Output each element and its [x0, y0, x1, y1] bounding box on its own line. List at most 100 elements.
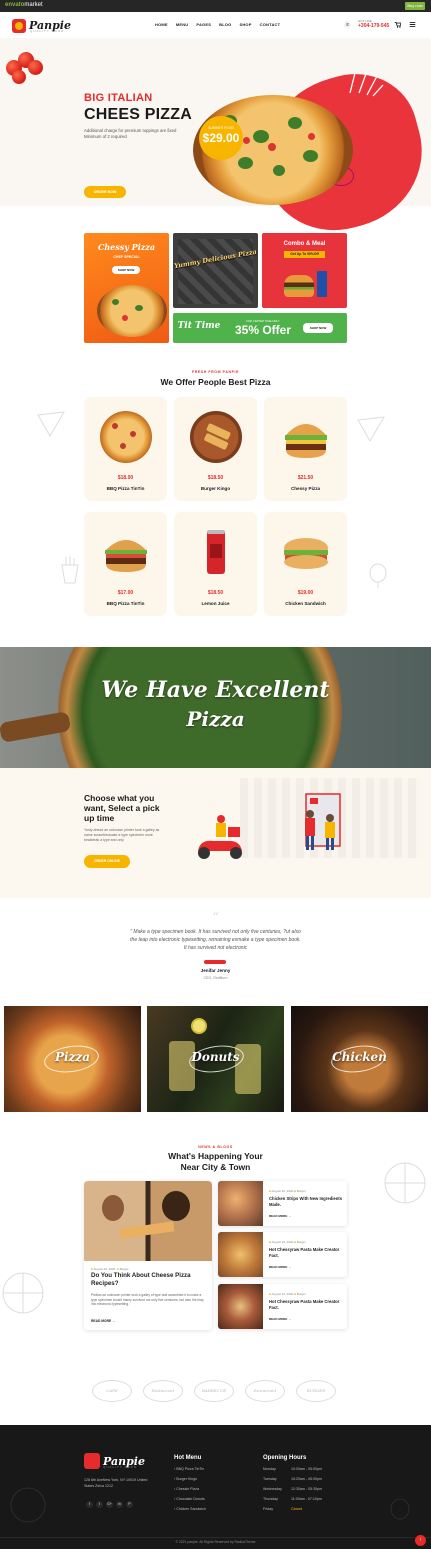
- blog-post-read-more[interactable]: READ MORE →: [269, 1214, 291, 1218]
- nav-contact[interactable]: CONTACT: [260, 22, 281, 27]
- envato-bar: envatomarket Buy now: [0, 0, 431, 12]
- menu-item-card[interactable]: $18.00 BBQ Pizza TinTin: [84, 397, 167, 501]
- promo-chessy-pizza[interactable]: Chessy Pizza CHEF SPECIAL SHOP NOW: [84, 233, 169, 343]
- logo-pizza-icon: [12, 18, 26, 33]
- blog-post-title[interactable]: Hot Chessyraw Pasta Make Creator Fact.: [269, 1247, 344, 1258]
- nav-blog[interactable]: BLOG: [219, 22, 231, 27]
- menu-item-card[interactable]: $19.00 Chicken Sandwich: [264, 512, 347, 616]
- blog-category[interactable]: Burger: [297, 1189, 306, 1193]
- blog-post-title[interactable]: Hot Chessyraw Pasta Make Creator Fact.: [269, 1299, 344, 1310]
- read-more-label: READ MORE: [269, 1317, 288, 1321]
- blog-post-meta: ■ August 16, 2020 ■ Burger: [269, 1292, 306, 1296]
- promo-offer-button[interactable]: SHOP NOW: [303, 323, 333, 333]
- blog-title-line1: What's Happening Your: [168, 1151, 263, 1161]
- blog-category[interactable]: Burger: [120, 1267, 129, 1271]
- nav-home[interactable]: HOME: [155, 22, 168, 27]
- partner-logo[interactable]: BURGER: [296, 1380, 336, 1402]
- envato-brand: envato: [5, 2, 25, 8]
- chicken-sandwich-image: [280, 526, 332, 578]
- blog-post-card[interactable]: ■ August 16, 2020 ■ Burger Hot Chessyraw…: [218, 1232, 347, 1277]
- deco-pizza-outline-icon: [384, 1162, 426, 1204]
- menu-item-card[interactable]: $18.50 Burger Kingo: [174, 397, 257, 501]
- footer-menu-link[interactable]: › Chessie Pizza: [174, 1487, 199, 1491]
- menu-item-name[interactable]: Lemon Juice: [174, 601, 257, 606]
- footer-menu-label: Chicken Sandwich: [176, 1507, 206, 1511]
- blog-post-card[interactable]: ■ August 16, 2020 ■ Burger Chicken Strip…: [218, 1181, 347, 1226]
- menu-icon[interactable]: [409, 21, 416, 28]
- linkedin-icon[interactable]: in: [116, 1501, 123, 1508]
- menu-tag: FRESH FROM PANPIE: [191, 370, 240, 374]
- partner-logo[interactable]: BARBECUE: [194, 1380, 234, 1402]
- deco-chicken-icon: [369, 563, 387, 588]
- menu-item-name[interactable]: Chessy Pizza: [264, 486, 347, 491]
- category-label: Pizza: [55, 1050, 90, 1064]
- envato-logo[interactable]: envatomarket: [5, 2, 43, 8]
- read-more-label: READ MORE: [91, 1319, 112, 1323]
- footer-menu-title: Hot Menu: [174, 1455, 202, 1461]
- menu-item-name[interactable]: BBQ Pizza TinTin: [84, 486, 167, 491]
- scroll-to-top-button[interactable]: ↑: [415, 1535, 426, 1546]
- blog-post-title[interactable]: Chicken Strips With New Ingredients Made…: [269, 1196, 344, 1207]
- cart-icon[interactable]: [394, 21, 402, 28]
- menu-item-card[interactable]: $17.00 BBQ Pizza TinTin: [84, 512, 167, 616]
- blog-post-read-more[interactable]: READ MORE →: [269, 1317, 291, 1321]
- pinterest-icon[interactable]: P: [126, 1501, 133, 1508]
- category-pizza[interactable]: Pizza: [4, 1006, 141, 1112]
- promo-yummy-pizza[interactable]: Yummy Delicious Pizza: [173, 233, 258, 308]
- promo-chessy-button[interactable]: SHOP NOW: [112, 266, 140, 274]
- blog-category[interactable]: Burger: [297, 1240, 306, 1244]
- blog-post-read-more[interactable]: READ MORE →: [269, 1265, 291, 1269]
- nav-shop[interactable]: SHOP: [239, 22, 251, 27]
- testimonial-name: Jenifar Jenny: [200, 968, 231, 973]
- hours-day: Wednesday: [263, 1487, 282, 1491]
- menu-item-name[interactable]: Chicken Sandwich: [264, 601, 347, 606]
- menu-item-card[interactable]: $18.50 Lemon Juice: [174, 512, 257, 616]
- google-plus-icon[interactable]: G+: [106, 1501, 113, 1508]
- menu-item-card[interactable]: $21.50 Chessy Pizza: [264, 397, 347, 501]
- category-chicken[interactable]: Chicken: [291, 1006, 428, 1112]
- menu-item-name[interactable]: BBQ Pizza TinTin: [84, 601, 167, 606]
- hero-order-button[interactable]: ORDER NOW: [84, 186, 126, 198]
- blog-featured-read-more[interactable]: READ MORE →: [91, 1319, 115, 1323]
- lemon-slice-image: [191, 1018, 207, 1034]
- promo-offer-banner[interactable]: Tit Time FOR LIMITED TIME ONLY 35% Offer…: [173, 313, 347, 343]
- lemon-juice-can-image: [190, 526, 242, 578]
- menu-item-name[interactable]: Burger Kingo: [174, 486, 257, 491]
- tomato-image: [28, 60, 43, 75]
- tag-icon: ■: [294, 1292, 296, 1296]
- hero-title: CHEES PIZZA: [84, 106, 192, 123]
- footer-menu-link[interactable]: › BBQ Pizza TinTin: [174, 1467, 204, 1471]
- main-nav: HOME MENU PAGES BLOG SHOP CONTACT: [155, 22, 280, 27]
- hotline[interactable]: HOT LINE +304-179-545: [358, 19, 389, 29]
- footer-menu-link[interactable]: › Chocolate Donuts: [174, 1497, 205, 1501]
- category-donuts[interactable]: Donuts: [147, 1006, 284, 1112]
- footer-divider: [0, 1537, 431, 1538]
- arrow-right-icon: →: [288, 1265, 292, 1269]
- deco-fries-icon: [61, 556, 79, 584]
- promo-combo-meal[interactable]: Combo & Meal Get Up To 50%Off: [262, 233, 347, 308]
- read-more-label: READ MORE: [269, 1214, 288, 1218]
- blog-category[interactable]: Burger: [297, 1292, 306, 1296]
- nav-pages[interactable]: PAGES: [196, 22, 211, 27]
- partner-logo[interactable]: Restaurant: [143, 1380, 183, 1402]
- footer-menu-link[interactable]: › Burger Kingo: [174, 1477, 197, 1481]
- footer-address: 128 6th AveNew York, NY 10019 United Sta…: [84, 1478, 148, 1488]
- order-online-button[interactable]: ORDER ONLINE: [84, 855, 130, 868]
- facebook-icon[interactable]: f: [86, 1501, 93, 1508]
- buy-now-button[interactable]: Buy now: [405, 2, 425, 10]
- blog-tag: NEWS & BLOGS: [198, 1145, 233, 1149]
- blog-featured-title[interactable]: Do You Think About Cheese Pizza Recipes?: [91, 1272, 206, 1288]
- promo-bw-pizza-image: [178, 239, 253, 304]
- twitter-icon[interactable]: t: [96, 1501, 103, 1508]
- blog-featured-post[interactable]: ■ August 16, 2020 ■ Burger Do You Think …: [84, 1181, 212, 1330]
- partner-logo[interactable]: CAFE: [92, 1380, 132, 1402]
- blog-post-card[interactable]: ■ August 16, 2020 ■ Burger Hot Chessyraw…: [218, 1284, 347, 1329]
- footer-tagline: QUALITY FOOD: [103, 1465, 138, 1469]
- site-logo[interactable]: Panpie QUALITY FOOD: [12, 17, 71, 34]
- partner-logo[interactable]: Restaurant: [245, 1380, 285, 1402]
- site-footer: Panpie QUALITY FOOD 128 6th AveNew York,…: [0, 1425, 431, 1549]
- hours-time: 10:00am - 05:00pm: [291, 1467, 323, 1471]
- nav-menu[interactable]: MENU: [176, 22, 189, 27]
- hours-day: Friday: [263, 1507, 273, 1511]
- footer-menu-link[interactable]: › Chicken Sandwich: [174, 1507, 206, 1511]
